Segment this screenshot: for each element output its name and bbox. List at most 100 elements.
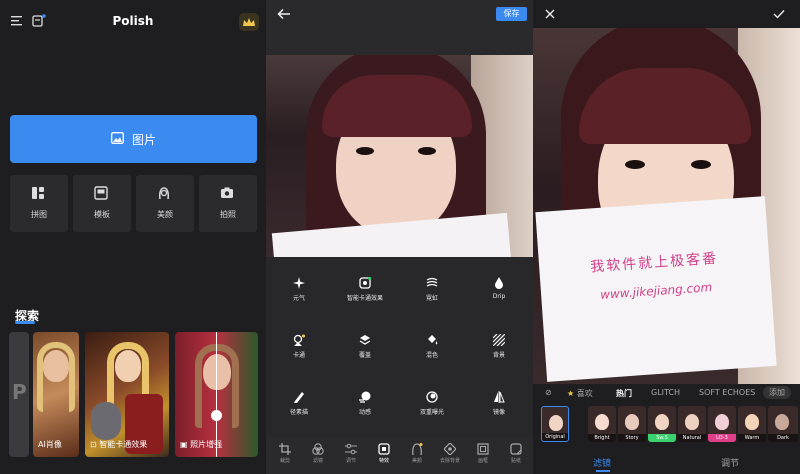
tab-filter[interactable]: 滤镜	[593, 456, 611, 469]
category-soft-echoes[interactable]: SOFT ECHOES	[699, 388, 755, 397]
category-add-button[interactable]: 添加	[763, 386, 791, 399]
tool-template[interactable]: 模板	[73, 175, 131, 232]
thumb-face	[595, 414, 609, 430]
nav-crop[interactable]: 裁剪	[272, 440, 298, 472]
tool-collage[interactable]: 拼图	[10, 175, 68, 232]
paper-text-line1: 我软件就上极客番	[589, 250, 719, 276]
photo-eye-left	[356, 147, 374, 155]
explore-card-cartoon[interactable]: ⊡ 智能卡通效果	[85, 332, 169, 457]
effect-tool[interactable]: 径素描	[266, 388, 332, 434]
explore-card-ai-portrait[interactable]: AI肖像	[33, 332, 79, 457]
nav-label: 滤镜	[312, 458, 323, 464]
effect-label: 镜像	[492, 409, 505, 416]
category-favorites[interactable]: ★ 喜欢	[567, 388, 593, 399]
sparkle-icon: ⊡	[90, 440, 100, 449]
photo-eye-left	[625, 160, 645, 169]
filter-label: Bright	[588, 434, 616, 442]
tool-label: 模板	[94, 210, 110, 219]
filter-thumb[interactable]: Natural	[678, 406, 706, 442]
effect-label: 混色	[425, 352, 438, 359]
filter-label: Dark	[768, 434, 798, 442]
nav-sticker[interactable]: 贴纸	[503, 440, 529, 472]
effect-tool[interactable]: 卡通	[266, 331, 332, 377]
tool-beauty[interactable]: 美颜	[136, 175, 194, 232]
effect-label: 智能卡通效果	[346, 295, 383, 302]
filter-thumb[interactable]: Dark	[768, 406, 798, 442]
effect-tool[interactable]: 双重曝光	[399, 388, 465, 434]
filter-label: Warm	[738, 434, 766, 442]
nav-label: 去除背景	[439, 458, 460, 464]
filter-screen: 我软件就上极客番 www.jikejiang.com ⊘ ★ 喜欢 热门 GLI…	[533, 0, 800, 474]
effect-tool[interactable]: 霓虹	[399, 274, 465, 320]
nav-frame[interactable]: 画框	[470, 440, 496, 472]
tab-adjust[interactable]: 调节	[721, 456, 739, 469]
save-button[interactable]: 保存	[496, 7, 527, 21]
photo-eye-right	[691, 160, 711, 169]
thumb-face	[775, 414, 789, 430]
filter-thumb[interactable]: LO-3	[708, 406, 736, 442]
effect-label: 背景	[492, 352, 505, 359]
nav-adjust[interactable]: 调节	[338, 440, 364, 472]
app-title: Polish	[112, 14, 154, 28]
thumb-face	[625, 414, 639, 430]
star-icon: ★	[567, 389, 577, 398]
tool-label: 拼图	[31, 210, 47, 219]
effect-label: 卡通	[292, 352, 305, 359]
nav-label: 美颜	[411, 458, 422, 464]
filter-thumb[interactable]: Bright	[588, 406, 616, 442]
filter-thumb[interactable]: Story	[618, 406, 646, 442]
image-icon	[111, 131, 124, 147]
effect-tool[interactable]: 镜像	[466, 388, 532, 434]
filter-categories: ⊘ ★ 喜欢 热门 GLITCH SOFT ECHOES 添加	[533, 384, 800, 402]
home-screen: Polish 图片 拼图 模板 美颜 拍照 探索 P AI肖像 ⊡ 智能卡通效果…	[0, 0, 266, 474]
filter-thumb[interactable]: Sw.S	[648, 406, 676, 442]
thumb-face	[655, 414, 669, 430]
nav-label: 贴纸	[510, 458, 521, 464]
back-arrow-icon[interactable]	[276, 7, 292, 21]
category-hot[interactable]: 热门	[616, 388, 632, 399]
effect-label: 元气	[292, 295, 305, 302]
frame-icon	[477, 440, 489, 455]
effect-tool[interactable]: 智能卡通效果	[332, 274, 398, 320]
nav-effects[interactable]: 特效	[371, 440, 397, 472]
nav-label: 特效	[378, 458, 389, 464]
effect-label: 双重曝光	[419, 409, 444, 416]
check-icon[interactable]	[772, 7, 786, 21]
nav-beauty[interactable]: 美颜	[404, 440, 430, 472]
crown-icon[interactable]	[239, 13, 259, 31]
category-glitch[interactable]: GLITCH	[651, 388, 680, 397]
nav-label: 调节	[345, 458, 356, 464]
effect-tool[interactable]: 背景	[466, 331, 532, 377]
filter-thumb[interactable]: Warm	[738, 406, 766, 442]
explore-card-partial[interactable]: P	[9, 332, 29, 457]
filter-thumb-original[interactable]: Original	[541, 406, 569, 442]
effect-tool[interactable]: 元气	[266, 274, 332, 320]
none-icon[interactable]: ⊘	[545, 388, 552, 397]
effect-label: 覆盖	[358, 352, 371, 359]
explore-card-enhance[interactable]: ▣ 照片增强	[175, 332, 258, 457]
pick-photo-label: 图片	[131, 132, 156, 147]
paint-bucket-icon	[426, 331, 438, 345]
effect-tool[interactable]: Drip	[466, 274, 532, 320]
effect-tool[interactable]: 混色	[399, 331, 465, 377]
adjust-icon	[345, 440, 357, 455]
mirror-icon	[493, 388, 505, 403]
nav-remove-bg[interactable]: 去除背景	[437, 440, 463, 472]
tool-camera[interactable]: 拍照	[199, 175, 257, 232]
effect-tool[interactable]: 动感	[332, 388, 398, 434]
effects-icon	[378, 440, 390, 455]
close-icon[interactable]	[543, 7, 557, 21]
edit-photo	[266, 55, 533, 257]
bottom-tabs: 滤镜 调节	[533, 450, 800, 474]
filter-photo: 我软件就上极客番 www.jikejiang.com	[533, 28, 800, 384]
compare-handle[interactable]	[211, 410, 222, 421]
card-label: AI肖像	[38, 440, 62, 449]
face-icon	[157, 185, 171, 200]
nav-filter[interactable]: 滤镜	[305, 440, 331, 472]
card-wolf	[91, 402, 121, 440]
pick-photo-button[interactable]: 图片	[10, 115, 257, 163]
card-label: ⊡ 智能卡通效果	[90, 439, 147, 450]
nav-label: 裁剪	[279, 458, 290, 464]
tool-label: 美颜	[157, 210, 173, 219]
effect-tool[interactable]: 覆盖	[332, 331, 398, 377]
